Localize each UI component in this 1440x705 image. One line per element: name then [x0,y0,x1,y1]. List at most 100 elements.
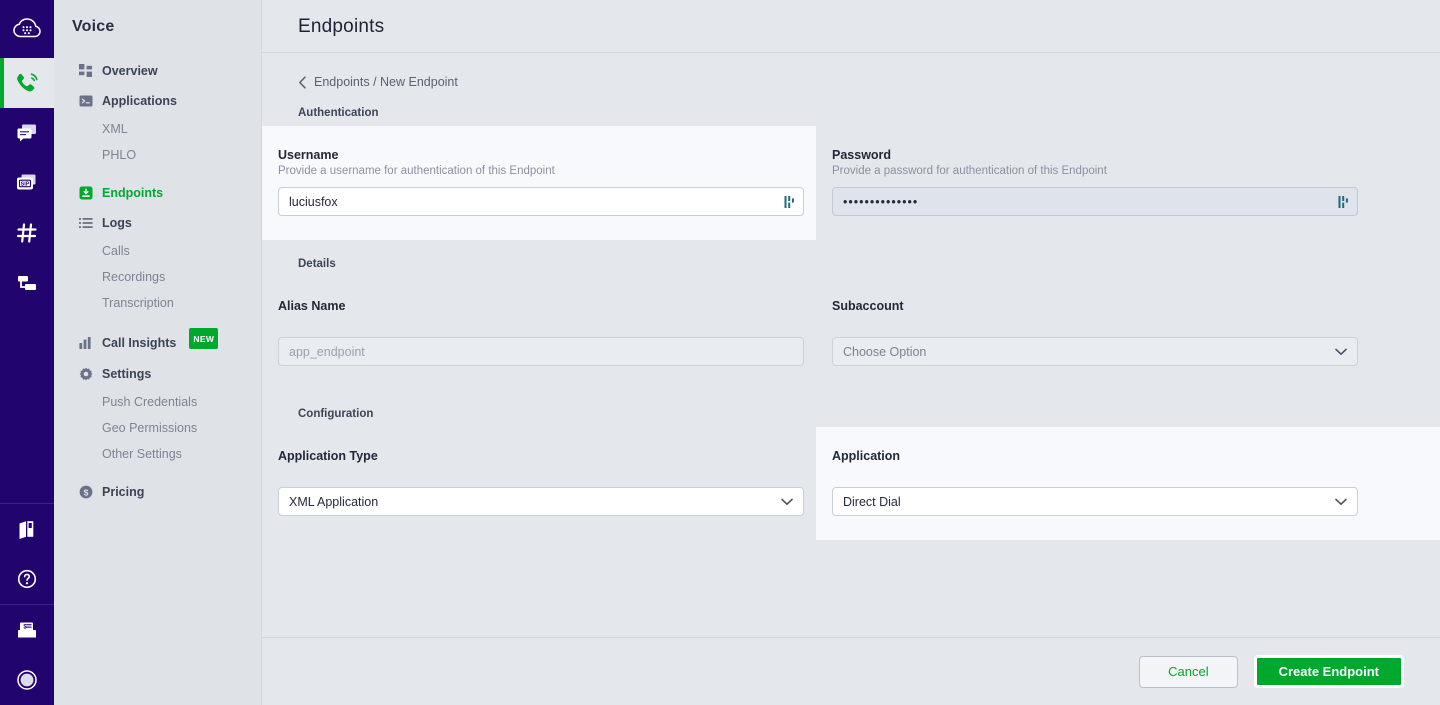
form-body: Endpoints / New Endpoint Authentication … [262,53,1440,637]
sidebar-item-label: Applications [102,92,177,110]
sidebar-item-label: Overview [102,62,158,80]
rail-item-sip-trunking[interactable]: SIP [0,158,54,208]
page-header: Endpoints [262,0,1440,53]
cloud-logo-icon[interactable] [0,0,54,58]
endpoint-icon [78,186,93,201]
sidebar-spacer [54,467,261,477]
section-label-authentication: Authentication [262,107,1440,119]
rail-item-docs[interactable] [0,504,54,554]
application-select[interactable]: Direct Dial [832,487,1358,516]
details-row: Alias Name Subaccount Choose Option [262,277,1440,390]
page-title: Endpoints [298,16,1440,38]
subaccount-label: Subaccount [832,299,1388,313]
create-endpoint-button[interactable]: Create Endpoint [1254,655,1404,688]
breadcrumb-label: Endpoints / New Endpoint [314,75,458,89]
spacer [832,466,1388,487]
password-panel: Password Provide a password for authenti… [816,126,1440,240]
cancel-button[interactable]: Cancel [1139,656,1237,688]
form-footer: Cancel Create Endpoint [262,637,1440,705]
section-gap [262,240,1440,258]
alias-panel: Alias Name [262,277,816,390]
section-label-details: Details [262,258,1440,270]
username-label: Username [278,148,816,162]
bar-chart-icon [78,335,93,350]
alias-name-input[interactable] [278,337,804,366]
sidebar-item-label: Logs [102,214,132,232]
sidebar-item-geo-permissions[interactable]: Geo Permissions [54,415,261,441]
section-label-configuration: Configuration [262,408,1440,420]
application-type-select[interactable]: XML Application [278,487,804,516]
chevron-left-icon[interactable] [298,76,307,89]
application-panel: Application Direct Dial [816,427,1440,540]
sidebar-item-xml[interactable]: XML [54,116,261,142]
password-input[interactable] [832,187,1358,216]
password-help-text: Provide a password for authentication of… [832,165,1388,177]
sidebar-item-pricing[interactable]: $ Pricing [54,477,261,507]
sidebar-item-applications[interactable]: Applications [54,86,261,116]
rail-item-numbers[interactable] [0,208,54,258]
spacer [832,316,1388,337]
username-panel: Username Provide a username for authenti… [262,126,816,240]
authentication-row: Username Provide a username for authenti… [262,126,1440,240]
rail-item-messaging[interactable] [0,108,54,158]
breadcrumb[interactable]: Endpoints / New Endpoint [262,53,1440,107]
rail-spacer [0,308,54,503]
username-input[interactable] [278,187,804,216]
sidebar-item-phlo[interactable]: PHLO [54,142,261,168]
application-type-select-wrap: XML Application [278,487,804,516]
sidebar-item-label: Pricing [102,483,144,501]
signal-bars-icon [1338,195,1349,209]
sidebar-item-transcription[interactable]: Transcription [54,290,261,316]
application-type-panel: Application Type XML Application [262,427,816,540]
sidebar-item-endpoints[interactable]: Endpoints [54,178,261,208]
voice-sidebar: Voice Overview Applications XML PHLO End… [54,0,262,705]
rail-item-voice[interactable] [0,58,54,108]
configuration-row: Application Type XML Application Applica… [262,427,1440,540]
dollar-icon: $ [78,485,93,500]
rail-top-group: SIP [0,0,54,308]
sidebar-item-label: Endpoints [102,184,163,202]
main-content: Endpoints Endpoints / New Endpoint Authe… [262,0,1440,705]
section-gap [262,390,1440,408]
sidebar-item-calls[interactable]: Calls [54,238,261,264]
application-label: Application [832,449,1388,463]
rail-item-account[interactable] [0,655,54,705]
sidebar-spacer [54,316,261,326]
sidebar-item-label: Call Insights [102,334,176,352]
gear-icon [78,367,93,382]
alias-name-label: Alias Name [278,299,816,313]
spacer [278,316,816,337]
product-rail: SIP [0,0,54,705]
sidebar-item-settings[interactable]: Settings [54,359,261,389]
status-badge-new: NEW [189,328,218,349]
alias-input-wrap [278,337,804,366]
application-type-label: Application Type [278,449,816,463]
rail-item-billing[interactable]: $ [0,605,54,655]
grid-icon [78,64,93,79]
sidebar-item-logs[interactable]: Logs [54,208,261,238]
svg-text:SIP: SIP [21,181,30,187]
rail-item-network[interactable] [0,258,54,308]
username-input-wrap [278,187,804,216]
username-help-text: Provide a username for authentication of… [278,165,816,177]
subaccount-panel: Subaccount Choose Option [816,277,1440,390]
sidebar-item-push-credentials[interactable]: Push Credentials [54,389,261,415]
sidebar-item-other-settings[interactable]: Other Settings [54,441,261,467]
sidebar-spacer [54,168,261,178]
terminal-icon [78,94,93,109]
application-select-wrap: Direct Dial [832,487,1358,516]
spacer [278,466,816,487]
signal-bars-icon [784,195,795,209]
sidebar-item-label: Settings [102,365,151,383]
password-input-wrap [832,187,1358,216]
sidebar-item-recordings[interactable]: Recordings [54,264,261,290]
password-label: Password [832,148,1388,162]
svg-text:$: $ [83,487,88,497]
subaccount-select[interactable]: Choose Option [832,337,1358,366]
sidebar-item-overview[interactable]: Overview [54,56,261,86]
rail-item-help[interactable] [0,554,54,604]
app-root: SIP [0,0,1440,705]
sidebar-item-call-insights[interactable]: Call Insights NEW [54,326,261,359]
list-icon [78,216,93,231]
subaccount-select-wrap: Choose Option [832,337,1358,366]
